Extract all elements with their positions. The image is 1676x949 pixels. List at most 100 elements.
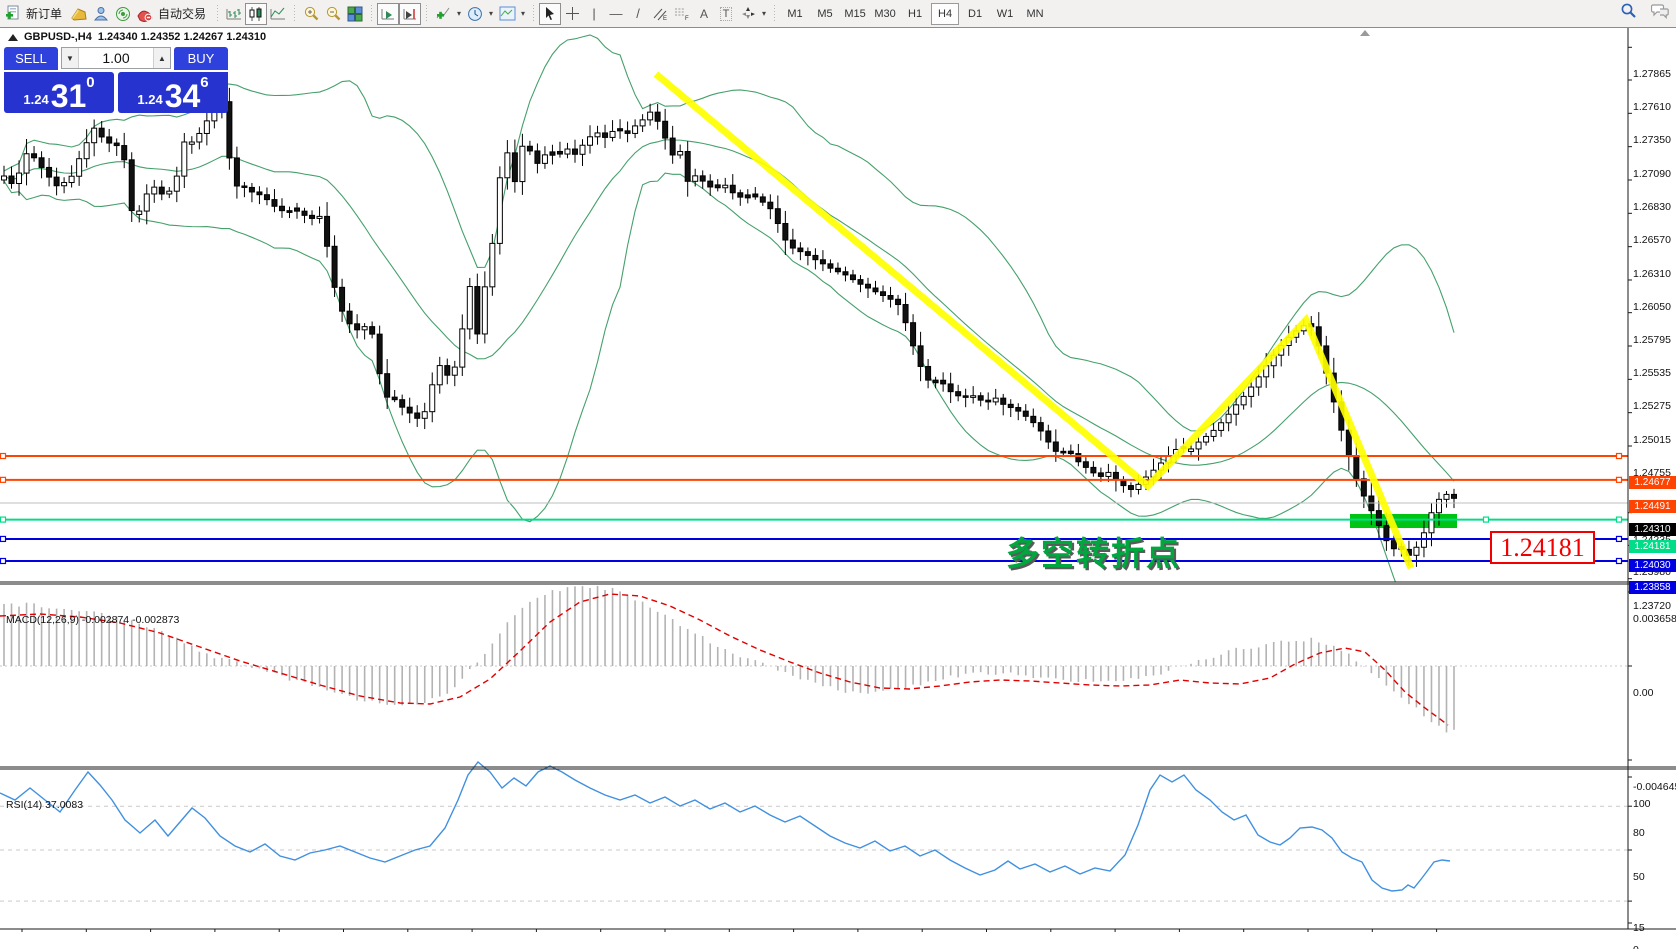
vertical-line-icon: |	[592, 6, 595, 21]
autotrading-button[interactable]	[134, 3, 156, 25]
price-callout[interactable]: 1.24181	[1490, 531, 1595, 564]
line-chart-button[interactable]	[267, 3, 289, 25]
mt4-window: 新订单 自动交易	[0, 0, 1676, 949]
templates-button[interactable]	[496, 3, 518, 25]
candlestick-chart-button[interactable]	[245, 3, 267, 25]
symbol-collapse-icon[interactable]	[8, 34, 18, 41]
periods-dropdown[interactable]: ▾	[486, 3, 496, 25]
tile-windows-button[interactable]	[344, 3, 366, 25]
price-line-label-1.24491: 1.24491	[1629, 500, 1676, 513]
rsi-line	[0, 762, 1450, 891]
candlestick-chart-icon	[248, 6, 264, 22]
price-line-label-1.24181: 1.24181	[1629, 540, 1676, 553]
sell-price[interactable]: 1.24 31 0	[4, 72, 114, 113]
new-order-icon	[5, 5, 22, 22]
timeframe-m1[interactable]: M1	[781, 3, 809, 25]
chart-shift-button[interactable]	[399, 3, 421, 25]
toolbar-grip	[368, 5, 375, 23]
macd-top-label: 0.003658	[1633, 613, 1676, 625]
periods-clock-icon	[467, 6, 483, 22]
price-line-label-1.23858: 1.23858	[1629, 581, 1676, 594]
price-line-label-1.24030: 1.24030	[1629, 559, 1676, 572]
timeframe-mn[interactable]: MN	[1021, 3, 1049, 25]
vertical-line-tool[interactable]: |	[583, 3, 605, 25]
y-tick-label: 1.27350	[1633, 134, 1671, 146]
channel-tool[interactable]: E	[649, 3, 671, 25]
crosshair-icon	[565, 6, 580, 21]
macd-zero-label: 0.00	[1633, 687, 1653, 699]
indicators-button[interactable]	[432, 3, 454, 25]
autotrading-icon	[136, 6, 154, 22]
timeframe-d1[interactable]: D1	[961, 3, 989, 25]
cursor-tool-button[interactable]	[539, 3, 561, 25]
periods-button[interactable]	[464, 3, 486, 25]
crosshair-tool-button[interactable]	[561, 3, 583, 25]
text-tool[interactable]: A	[693, 3, 715, 25]
indicators-icon	[435, 5, 452, 22]
signals-icon	[115, 6, 131, 22]
label-icon: T	[720, 7, 733, 21]
rsi-level-label: 80	[1633, 827, 1645, 839]
macd-pane	[0, 586, 1628, 733]
buy-price-prefix: 1.24	[137, 92, 162, 107]
new-order-label[interactable]: 新订单	[26, 5, 62, 22]
chart-ohlc: 1.24340 1.24352 1.24267 1.24310	[98, 31, 266, 43]
data-window-button[interactable]	[90, 3, 112, 25]
buy-button[interactable]: BUY	[174, 47, 228, 70]
arrows-dropdown[interactable]: ▾	[759, 3, 769, 25]
timeframe-m5[interactable]: M5	[811, 3, 839, 25]
data-window-icon	[93, 6, 109, 22]
y-tick-label: 1.25535	[1633, 367, 1671, 379]
search-icon[interactable]	[1620, 2, 1637, 19]
price-line-label-1.24677: 1.24677	[1629, 476, 1676, 489]
svg-text:F: F	[685, 16, 689, 21]
chart-shift-icon	[402, 6, 418, 22]
rsi-level-label: 50	[1633, 871, 1645, 883]
sell-price-prefix: 1.24	[23, 92, 48, 107]
line-chart-icon	[270, 6, 286, 22]
chat-icon[interactable]	[1651, 3, 1670, 19]
auto-scroll-icon	[380, 6, 396, 22]
trendline-icon: /	[636, 6, 640, 21]
volume-value[interactable]: 1.00	[79, 48, 153, 68]
bar-chart-icon	[226, 6, 242, 22]
market-watch-button[interactable]	[68, 3, 90, 25]
zoom-out-button[interactable]	[322, 3, 344, 25]
toolbar-grip	[423, 5, 430, 23]
trendline-tool[interactable]: /	[627, 3, 649, 25]
chart-area[interactable]: GBPUSD-,H4 1.24340 1.24352 1.24267 1.243…	[0, 27, 1676, 949]
sell-button[interactable]: SELL	[4, 47, 58, 70]
y-tick-label: 1.26050	[1633, 301, 1671, 313]
indicators-dropdown[interactable]: ▾	[454, 3, 464, 25]
y-tick-label: 1.26310	[1633, 268, 1671, 280]
rsi-label: RSI(14) 37.0083	[6, 799, 83, 811]
new-order-button[interactable]	[2, 3, 24, 25]
y-tick-label: 1.25015	[1633, 434, 1671, 446]
toolbar-grip	[530, 5, 537, 23]
y-tick-label: 1.27865	[1633, 68, 1671, 80]
arrows-tool[interactable]	[737, 3, 759, 25]
timeframe-m15[interactable]: M15	[841, 3, 869, 25]
highlight-zone	[1350, 514, 1457, 528]
zoom-in-button[interactable]	[300, 3, 322, 25]
timeframe-m30[interactable]: M30	[871, 3, 899, 25]
horizontal-line-tool[interactable]: —	[605, 3, 627, 25]
volume-decrease-button[interactable]: ▼	[62, 48, 79, 68]
bar-chart-button[interactable]	[223, 3, 245, 25]
fibonacci-tool[interactable]: F	[671, 3, 693, 25]
toolbar-grip	[214, 5, 221, 23]
volume-increase-button[interactable]: ▲	[153, 48, 170, 68]
label-tool[interactable]: T	[715, 3, 737, 25]
rsi-pane	[0, 762, 1628, 901]
templates-dropdown[interactable]: ▾	[518, 3, 528, 25]
signals-button[interactable]	[112, 3, 134, 25]
timeframe-h4[interactable]: H4	[931, 3, 959, 25]
autotrading-label[interactable]: 自动交易	[158, 5, 206, 22]
templates-icon	[499, 6, 516, 21]
fibonacci-icon: F	[674, 6, 690, 21]
auto-scroll-button[interactable]	[377, 3, 399, 25]
timeframe-h1[interactable]: H1	[901, 3, 929, 25]
chart-title: GBPUSD-,H4 1.24340 1.24352 1.24267 1.243…	[8, 31, 266, 43]
timeframe-w1[interactable]: W1	[991, 3, 1019, 25]
buy-price[interactable]: 1.24 34 6	[118, 72, 228, 113]
